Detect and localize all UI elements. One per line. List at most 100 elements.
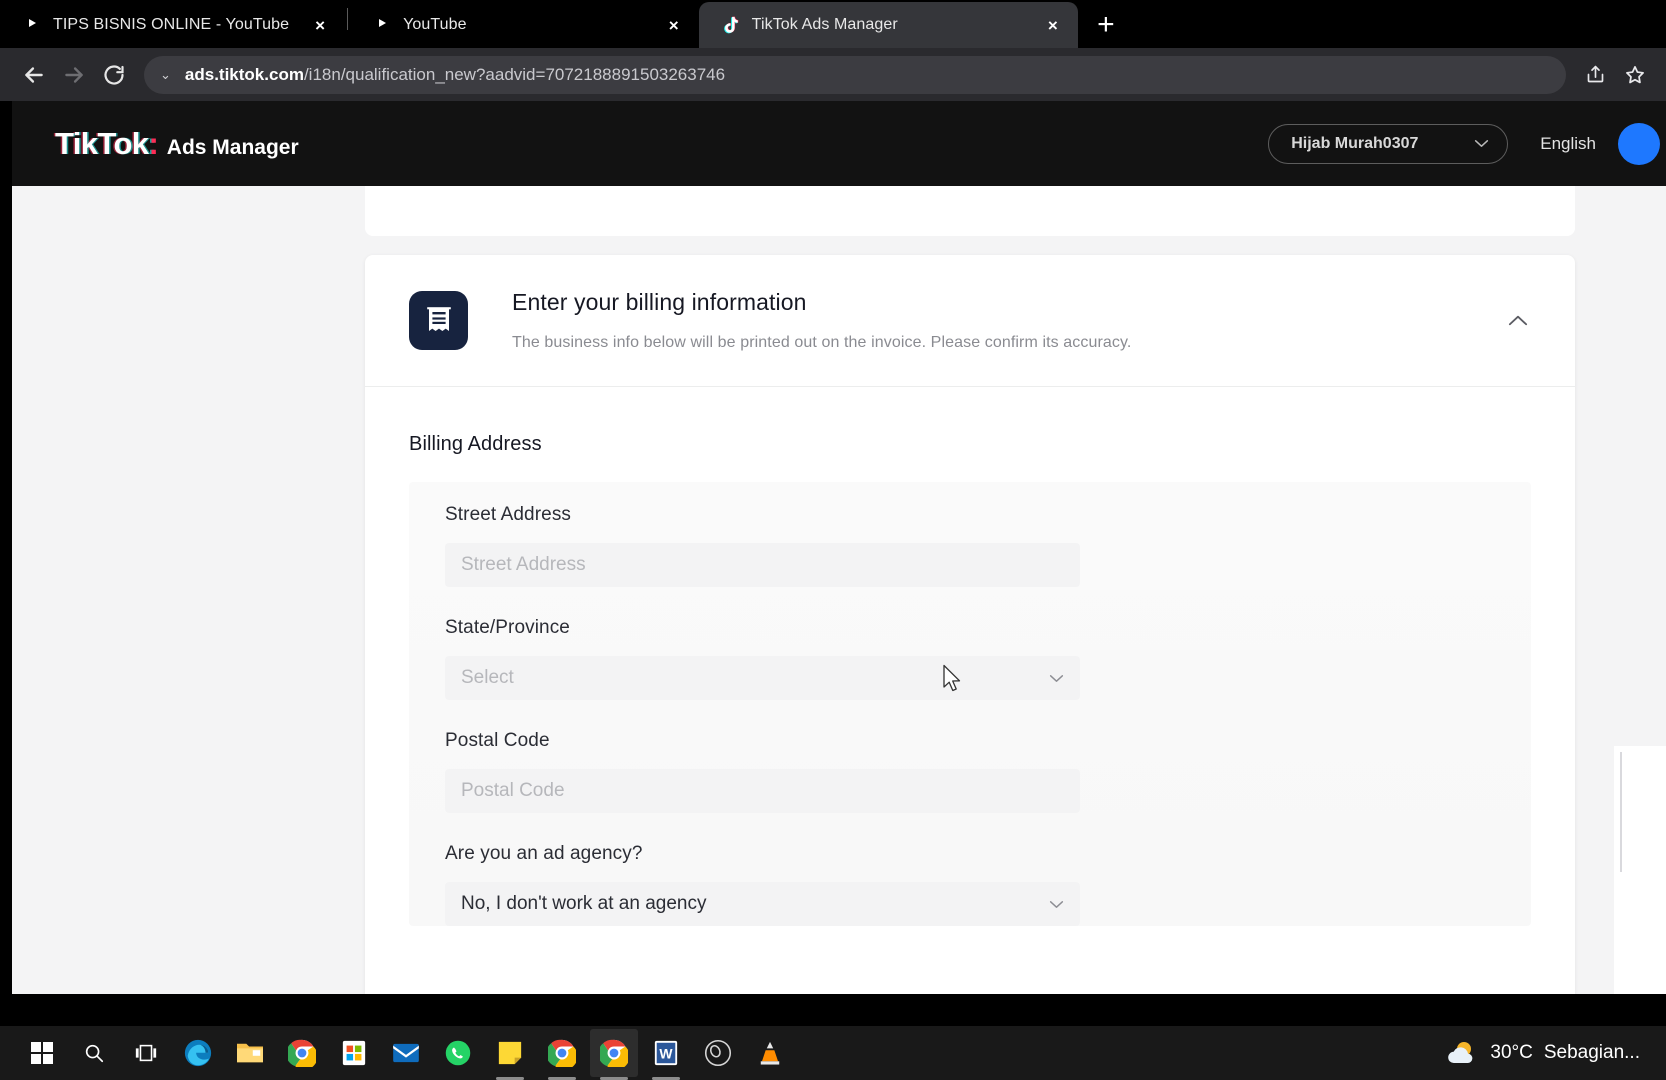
windows-logo-icon: [31, 1042, 53, 1064]
tab-title: TIPS BISNIS ONLINE - YouTube: [53, 16, 290, 33]
folder-icon: [237, 1043, 263, 1063]
svg-text:W: W: [659, 1046, 673, 1062]
field-label: Are you an ad agency?: [445, 843, 643, 864]
chrome-button[interactable]: [278, 1029, 326, 1077]
search-icon: [85, 1044, 104, 1063]
toolbar-icons: [1578, 58, 1652, 92]
weather-condition: Sebagian...: [1543, 1042, 1640, 1063]
select-value: No, I don't work at an agency: [461, 893, 707, 914]
whatsapp-icon: [445, 1040, 471, 1066]
tab-title: YouTube: [403, 16, 467, 33]
sticky-notes-button[interactable]: [486, 1029, 534, 1080]
app-header: TikTok : Ads Manager Hijab Murah0307 Eng…: [12, 101, 1666, 186]
task-view-icon: [135, 1044, 157, 1062]
scrollbar-artifact[interactable]: [1614, 746, 1666, 994]
partly-cloudy-icon: [1445, 1040, 1479, 1066]
new-tab-button[interactable]: +: [1086, 5, 1126, 45]
browser-tab-3[interactable]: TikTok Ads Manager ×: [698, 2, 1078, 48]
address-bar[interactable]: ⌄ ads.tiktok.com/i18n/qualification_new?…: [144, 55, 1566, 94]
avatar[interactable]: [1618, 122, 1660, 165]
page-title: Enter your billing information: [512, 289, 807, 315]
ad-agency-select[interactable]: No, I don't work at an agency: [445, 882, 1080, 926]
sticky-note-icon: [498, 1041, 522, 1065]
postal-code-input[interactable]: Postal Code: [445, 769, 1080, 813]
chevron-down-icon: ⌄: [160, 66, 171, 82]
browser-tabstrip: TIPS BISNIS ONLINE - YouTube × YouTube ×…: [0, 0, 1666, 48]
account-selector[interactable]: Hijab Murah0307: [1268, 123, 1509, 164]
windows-taskbar: W 30°C Sebagian...: [0, 1026, 1666, 1080]
weather-temperature: 30°C: [1490, 1042, 1533, 1063]
chrome-icon: [288, 1039, 316, 1067]
billing-address-form: Street Address Street Address State/Prov…: [409, 482, 1531, 926]
billing-header-text: Enter your billing information The busin…: [512, 289, 1131, 352]
field-label: Street Address: [445, 504, 572, 525]
chrome-icon: [548, 1039, 576, 1067]
state-province-select[interactable]: Select: [445, 656, 1080, 700]
share-icon[interactable]: [1578, 58, 1612, 92]
word-button[interactable]: W: [642, 1029, 690, 1080]
tiktok-ads-manager-logo[interactable]: TikTok : Ads Manager: [55, 126, 299, 162]
billing-address-heading: Billing Address: [409, 433, 542, 455]
url-path: /i18n/qualification_new?aadvid=707218889…: [303, 64, 726, 84]
chrome-active-button[interactable]: [590, 1029, 638, 1080]
field-postal-code: Postal Code Postal Code: [445, 730, 1495, 813]
url-domain: ads.tiktok.com: [184, 64, 304, 84]
browser-tab-2[interactable]: YouTube ×: [350, 2, 699, 48]
vlc-button[interactable]: [746, 1029, 794, 1077]
language-selector[interactable]: English: [1540, 134, 1596, 154]
mail-button[interactable]: [382, 1029, 430, 1077]
header-right: Hijab Murah0307 English: [1268, 122, 1666, 165]
select-value: Select: [461, 667, 514, 688]
brand-colon: :: [148, 125, 159, 161]
brand-subtitle: Ads Manager: [166, 135, 299, 159]
forward-button[interactable]: [54, 55, 94, 95]
previous-card-fragment: [365, 186, 1575, 236]
chevron-up-icon[interactable]: [1505, 308, 1531, 334]
youtube-icon: [22, 15, 42, 35]
brand-name: TikTok: [55, 125, 149, 161]
tab-divider: [347, 8, 349, 30]
browser-toolbar: ⌄ ads.tiktok.com/i18n/qualification_new?…: [0, 48, 1666, 101]
browser-chrome: TIPS BISNIS ONLINE - YouTube × YouTube ×…: [0, 0, 1666, 101]
browser-tab-1[interactable]: TIPS BISNIS ONLINE - YouTube ×: [0, 2, 345, 48]
chevron-down-icon: [1474, 139, 1489, 148]
billing-card-body: Billing Address Street Address Street Ad…: [365, 387, 1575, 926]
street-address-input[interactable]: Street Address: [445, 543, 1080, 587]
field-ad-agency: Are you an ad agency? No, I don't work a…: [445, 843, 1495, 926]
field-label: Postal Code: [445, 730, 550, 751]
close-icon[interactable]: ×: [309, 14, 331, 36]
tab-title: TikTok Ads Manager: [751, 16, 898, 33]
obs-icon: [704, 1039, 732, 1067]
chevron-down-icon: [1049, 900, 1064, 909]
mouse-cursor: [942, 664, 964, 694]
edge-icon: [184, 1039, 212, 1067]
screen: TIPS BISNIS ONLINE - YouTube × YouTube ×…: [0, 0, 1666, 1080]
obs-button[interactable]: [694, 1029, 742, 1077]
back-button[interactable]: [14, 55, 54, 95]
page-subtitle: The business info below will be printed …: [512, 334, 1132, 351]
chrome-icon: [600, 1039, 628, 1067]
invoice-icon: [409, 291, 468, 350]
tiktok-icon: [721, 15, 741, 35]
page-content: Enter your billing information The busin…: [12, 186, 1666, 994]
chrome-window-button[interactable]: [538, 1029, 586, 1080]
account-name: Hijab Murah0307: [1291, 134, 1419, 152]
close-icon[interactable]: ×: [663, 14, 685, 36]
star-icon[interactable]: [1618, 58, 1652, 92]
reload-button[interactable]: [94, 55, 134, 95]
edge-button[interactable]: [174, 1029, 222, 1077]
file-explorer-button[interactable]: [226, 1029, 274, 1077]
store-button[interactable]: [330, 1029, 378, 1077]
word-icon: W: [654, 1040, 678, 1066]
task-view-button[interactable]: [122, 1029, 170, 1077]
mail-icon: [393, 1043, 419, 1063]
whatsapp-button[interactable]: [434, 1029, 482, 1077]
youtube-icon: [372, 15, 392, 35]
chevron-down-icon: [1049, 674, 1064, 683]
weather-widget[interactable]: 30°C Sebagian...: [1445, 1040, 1666, 1066]
billing-information-card: Enter your billing information The busin…: [365, 255, 1575, 994]
start-button[interactable]: [18, 1029, 66, 1077]
close-icon[interactable]: ×: [1042, 14, 1064, 36]
billing-card-header[interactable]: Enter your billing information The busin…: [365, 255, 1575, 387]
search-button[interactable]: [70, 1029, 118, 1077]
